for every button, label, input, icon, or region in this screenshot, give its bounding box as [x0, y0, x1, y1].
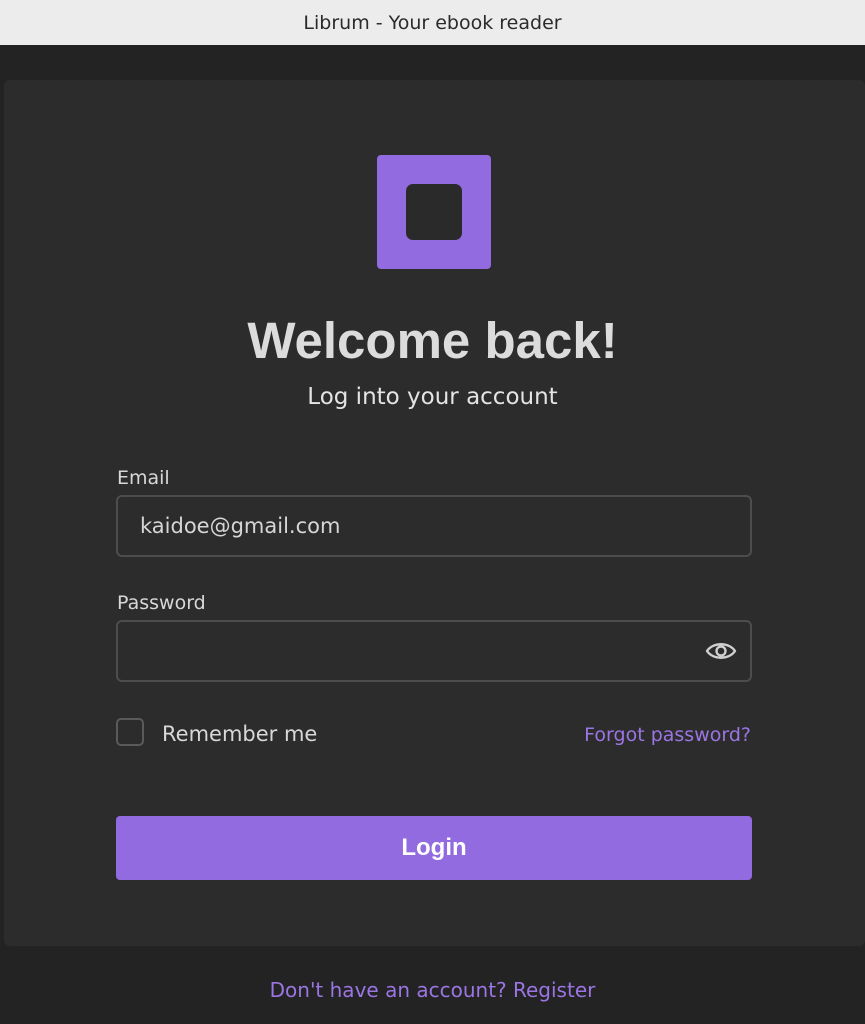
app-logo-inner: [406, 184, 462, 240]
app-logo-icon: [377, 155, 491, 269]
login-button[interactable]: Login: [116, 816, 752, 880]
password-label: Password: [117, 592, 206, 614]
password-field[interactable]: [116, 620, 752, 682]
register-link[interactable]: Don't have an account? Register: [0, 975, 865, 1005]
window-title: Librum - Your ebook reader: [303, 11, 562, 34]
eye-icon[interactable]: [705, 637, 737, 665]
page-title: Welcome back!: [247, 312, 618, 369]
remember-me-label[interactable]: Remember me: [162, 719, 317, 749]
forgot-password-link[interactable]: Forgot password?: [584, 720, 751, 750]
window-titlebar: Librum - Your ebook reader: [0, 0, 865, 45]
email-value: kaidoe@gmail.com: [140, 514, 341, 538]
email-label: Email: [117, 467, 170, 489]
page-subtitle: Log into your account: [307, 384, 558, 410]
email-field[interactable]: kaidoe@gmail.com: [116, 495, 752, 557]
remember-me-checkbox[interactable]: [116, 718, 144, 746]
